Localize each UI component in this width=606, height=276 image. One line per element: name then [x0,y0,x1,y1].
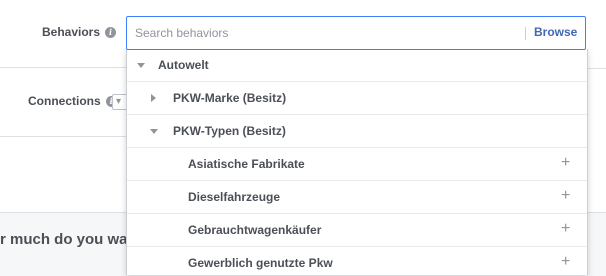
category-label: PKW-Marke (Besitz) [173,91,287,105]
caret-down-icon[interactable] [137,63,145,68]
budget-question-text: r much do you wa [0,231,128,248]
behaviors-dropdown[interactable]: Autowelt PKW-Marke (Besitz) PKW-Typen (B… [126,49,588,275]
behavior-item-asiatische-fabrikate[interactable]: Asiatische Fabrikate + [127,148,587,181]
connections-label: Connections [28,94,101,108]
browse-button[interactable]: Browse [534,25,577,39]
caret-right-icon[interactable] [151,94,156,102]
row-divider [0,136,126,137]
behaviors-search-box[interactable]: Browse [126,16,586,50]
behavior-label: Dieselfahrzeuge [188,190,281,204]
search-divider [525,27,526,40]
behavior-label: Asiatische Fabrikate [188,157,305,171]
behavior-item-gewerblich-genutzte-pkw[interactable]: Gewerblich genutzte Pkw + [127,247,587,275]
behavior-item-gebrauchtwagenkaeufer[interactable]: Gebrauchtwagenkäufer + [127,214,587,247]
behavior-label: Gewerblich genutzte Pkw [188,256,333,270]
info-icon[interactable]: i [105,26,117,38]
caret-down-icon[interactable] [150,129,158,134]
row-divider [0,67,126,68]
plus-icon[interactable]: + [561,187,570,205]
chevron-down-icon: ▾ [116,96,122,107]
behavior-label: Gebrauchtwagenkäufer [188,223,322,237]
connections-dropdown[interactable]: ▾ [112,94,127,110]
behaviors-search-input[interactable] [135,24,515,42]
category-item-pkw-marke[interactable]: PKW-Marke (Besitz) [127,82,587,115]
row-divider [586,68,606,69]
plus-icon[interactable]: + [561,220,570,238]
category-label: PKW-Typen (Besitz) [173,124,286,138]
behaviors-label: Behaviors [42,25,101,39]
category-label: Autowelt [158,58,209,72]
connections-label-group: Connections i [28,94,117,108]
category-item-autowelt[interactable]: Autowelt [127,49,587,82]
behaviors-label-group: Behaviors i [42,25,117,39]
behavior-item-dieselfahrzeuge[interactable]: Dieselfahrzeuge + [127,181,587,214]
category-item-pkw-typen[interactable]: PKW-Typen (Besitz) [127,115,587,148]
plus-icon[interactable]: + [561,154,570,172]
plus-icon[interactable]: + [561,253,570,271]
